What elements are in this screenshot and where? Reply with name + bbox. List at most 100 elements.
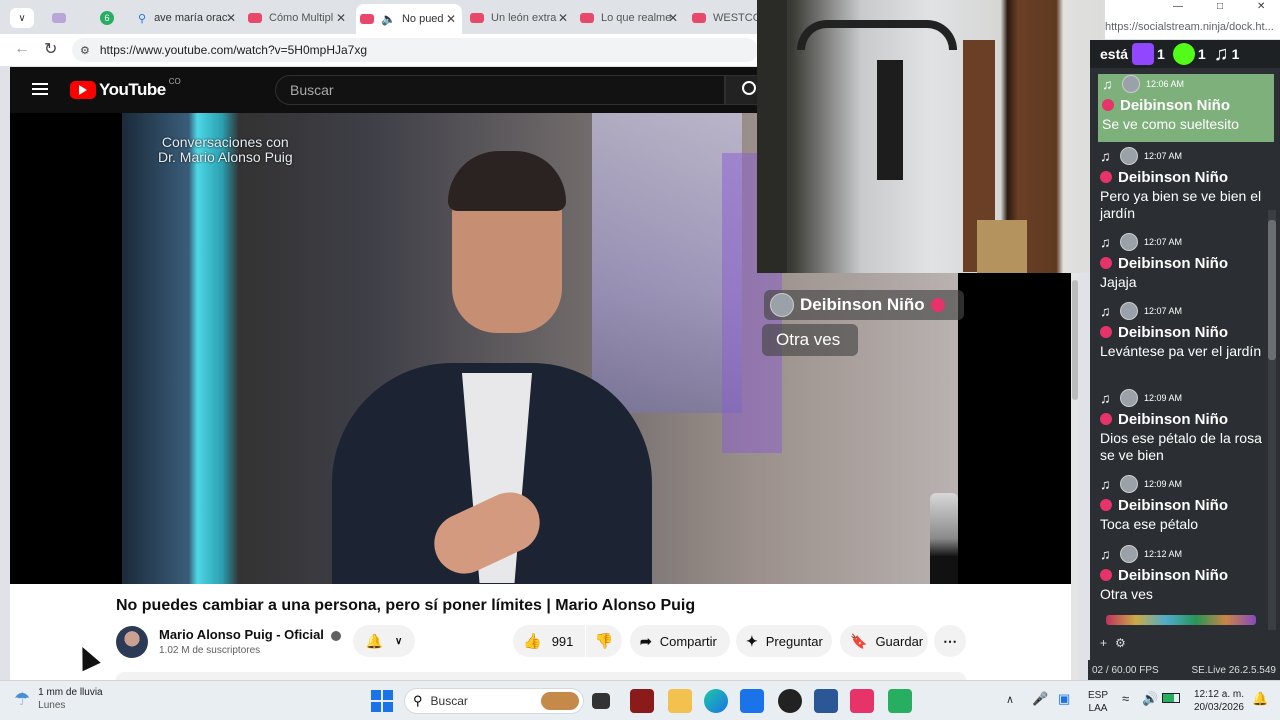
window-light [592, 113, 742, 413]
channel-name-text: Mario Alonso Puig - Oficial [159, 627, 324, 642]
tiktok-icon: ♫ [1213, 42, 1229, 65]
task-view-icon[interactable] [592, 693, 610, 709]
windows-start-icon[interactable] [370, 689, 394, 713]
ask-button[interactable]: ✦ Preguntar [736, 625, 832, 657]
word-icon[interactable] [814, 689, 838, 713]
more-actions-button[interactable]: ⋯ [934, 625, 966, 657]
video-info: No puedes cambiar a una persona, pero sí… [10, 584, 1071, 680]
add-icon[interactable]: + [1100, 636, 1107, 652]
chat-message[interactable]: ♫ 12:09 AM Deibinson Niño Toca ese pétalo [1100, 474, 1268, 533]
microphone-icon[interactable]: 🎤 [1032, 691, 1048, 707]
like-button[interactable]: 👍 991 [513, 625, 585, 657]
more-dots-icon: ⋯ [943, 632, 957, 649]
edge-browser-icon[interactable] [704, 689, 728, 713]
notifications-button[interactable]: 🔔 ∨ [353, 625, 415, 657]
message-meta: ♫ 12:07 AM [1100, 146, 1268, 166]
dock-controls: + ⚙ [1100, 636, 1140, 652]
chat-message[interactable]: ♫ 12:07 AM Deibinson Niño Pero ya bien se… [1100, 146, 1268, 222]
notification-bell-icon[interactable]: 🔔 [1252, 691, 1268, 707]
tab-label: Cómo Multipl [269, 12, 334, 24]
obs-icon[interactable] [778, 689, 802, 713]
youtube-logo[interactable]: YouTube CO [70, 77, 181, 100]
tab-7[interactable]: WESTCOL [692, 6, 760, 30]
ask-label: Preguntar [765, 633, 823, 649]
gym-frame [877, 60, 903, 180]
tiktok-icon: ♫ [1100, 234, 1111, 250]
speaker-icon[interactable]: 🔈 [381, 12, 396, 26]
maximize-icon[interactable]: □ [1217, 1, 1223, 12]
page-scrollbar[interactable] [1071, 260, 1079, 680]
tiktok-count: 1 [1231, 46, 1240, 62]
tab-active[interactable]: 🔈 No pued ✕ [356, 4, 462, 34]
share-button[interactable]: ➦ Compartir [630, 625, 730, 657]
wifi-icon[interactable]: ≈ [1122, 691, 1129, 706]
youtube-search-input[interactable]: Buscar [275, 75, 725, 105]
taskbar-search[interactable]: ⚲ Buscar [404, 688, 584, 714]
tab-list-dropdown-button[interactable]: ∨ [10, 8, 34, 28]
close-tab-icon[interactable]: ✕ [226, 11, 236, 25]
search-icon: ⚲ [413, 693, 423, 708]
sparkle-icon: ✦ [746, 632, 758, 649]
close-tab-icon[interactable]: ✕ [668, 11, 678, 25]
chat-message[interactable]: ♫ 12:09 AM Deibinson Niño Dios ese pétalo… [1100, 388, 1268, 464]
social-stream-url-bar[interactable]: https://socialstream.ninja/dock.ht... [1105, 17, 1280, 39]
menu-icon[interactable] [32, 83, 48, 95]
dock-scrollbar[interactable] [1268, 210, 1276, 630]
battery-icon[interactable] [1162, 693, 1180, 703]
message-meta: ♫ 12:06 AM [1102, 74, 1274, 94]
tab-0[interactable] [52, 6, 82, 30]
tab-1[interactable]: 6 [100, 6, 130, 30]
weather-widget[interactable]: ☂ 1 mm de lluvia Lunes [14, 687, 103, 711]
gym-bar [797, 20, 957, 50]
file-explorer-icon[interactable] [668, 689, 692, 713]
back-arrow-icon[interactable]: ← [14, 40, 30, 58]
overlay-line-2: Dr. Mario Alonso Puig [158, 149, 293, 165]
chat-message[interactable]: ♫ 12:06 AM Deibinson Niño Se ve como suel… [1098, 74, 1274, 142]
dislike-button[interactable]: 👎 [586, 625, 622, 657]
channel-avatar[interactable] [116, 626, 148, 658]
chat-bubble-overlay: Deibinson Niño Otra ves [762, 290, 964, 356]
gear-icon[interactable]: ⚙ [1115, 636, 1126, 652]
chat-message[interactable]: ♫ 12:07 AM Deibinson Niño Levántese pa ve… [1100, 301, 1268, 360]
close-tab-icon[interactable]: ✕ [446, 12, 456, 26]
tab-label: Un león extra [491, 12, 557, 24]
minimize-icon[interactable]: — [1173, 1, 1183, 12]
url-input[interactable]: ⚙ https://www.youtube.com/watch?v=5H0mpH… [72, 38, 758, 62]
tab-2[interactable]: ⚲ ave maría orac ✕ [138, 6, 238, 30]
tab-3[interactable]: Cómo Multipl ✕ [248, 6, 348, 30]
close-tab-icon[interactable]: ✕ [558, 11, 568, 25]
channel-name[interactable]: Mario Alonso Puig - Oficial [159, 627, 341, 642]
tab-5[interactable]: Un león extra ✕ [470, 6, 570, 30]
language-line-1: ESP [1088, 690, 1109, 701]
bubble-name: Deibinson Niño [800, 295, 925, 314]
emoji-strip[interactable] [1106, 615, 1256, 625]
version-readout: SE.Live 26.2.5.549 [1191, 664, 1276, 676]
chat-message[interactable]: ♫ 12:07 AM Deibinson Niño Jajaja [1100, 232, 1268, 291]
tray-chevron-up-icon[interactable]: ∧ [1006, 693, 1014, 706]
message-text: Toca ese pétalo [1100, 516, 1199, 532]
scrollbar-thumb[interactable] [1072, 280, 1078, 400]
close-tab-icon[interactable]: ✕ [336, 11, 346, 25]
user-avatar [1120, 233, 1138, 251]
scrollbar-thumb[interactable] [1268, 220, 1276, 360]
reload-icon[interactable]: ↻ [44, 39, 57, 59]
app-icon-2[interactable] [888, 689, 912, 713]
description-box[interactable] [116, 672, 966, 680]
language-indicator[interactable]: ESP LAA [1088, 689, 1108, 715]
app-icon-1[interactable] [630, 689, 654, 713]
close-window-icon[interactable]: ✕ [1257, 1, 1265, 12]
store-icon[interactable] [740, 689, 764, 713]
display-icon[interactable]: ▣ [1058, 691, 1070, 707]
tiktok-app-icon[interactable] [850, 689, 874, 713]
volume-icon[interactable]: 🔊 [1142, 691, 1158, 707]
search-icon: ⚲ [138, 12, 147, 25]
chat-message[interactable]: ♫ 12:12 AM Deibinson Niño Otra ves [1100, 544, 1268, 603]
save-button[interactable]: 🔖 Guardar [840, 625, 928, 657]
gift-badge-icon [1100, 171, 1112, 183]
clock[interactable]: 12:12 a. m. 20/03/2026 [1190, 688, 1244, 714]
language-line-2: LAA [1088, 703, 1108, 714]
share-icon: ➦ [640, 632, 652, 649]
tab-6[interactable]: Lo que realme ✕ [580, 6, 680, 30]
site-info-icon[interactable]: ⚙ [80, 44, 90, 57]
user-avatar [1120, 475, 1138, 493]
